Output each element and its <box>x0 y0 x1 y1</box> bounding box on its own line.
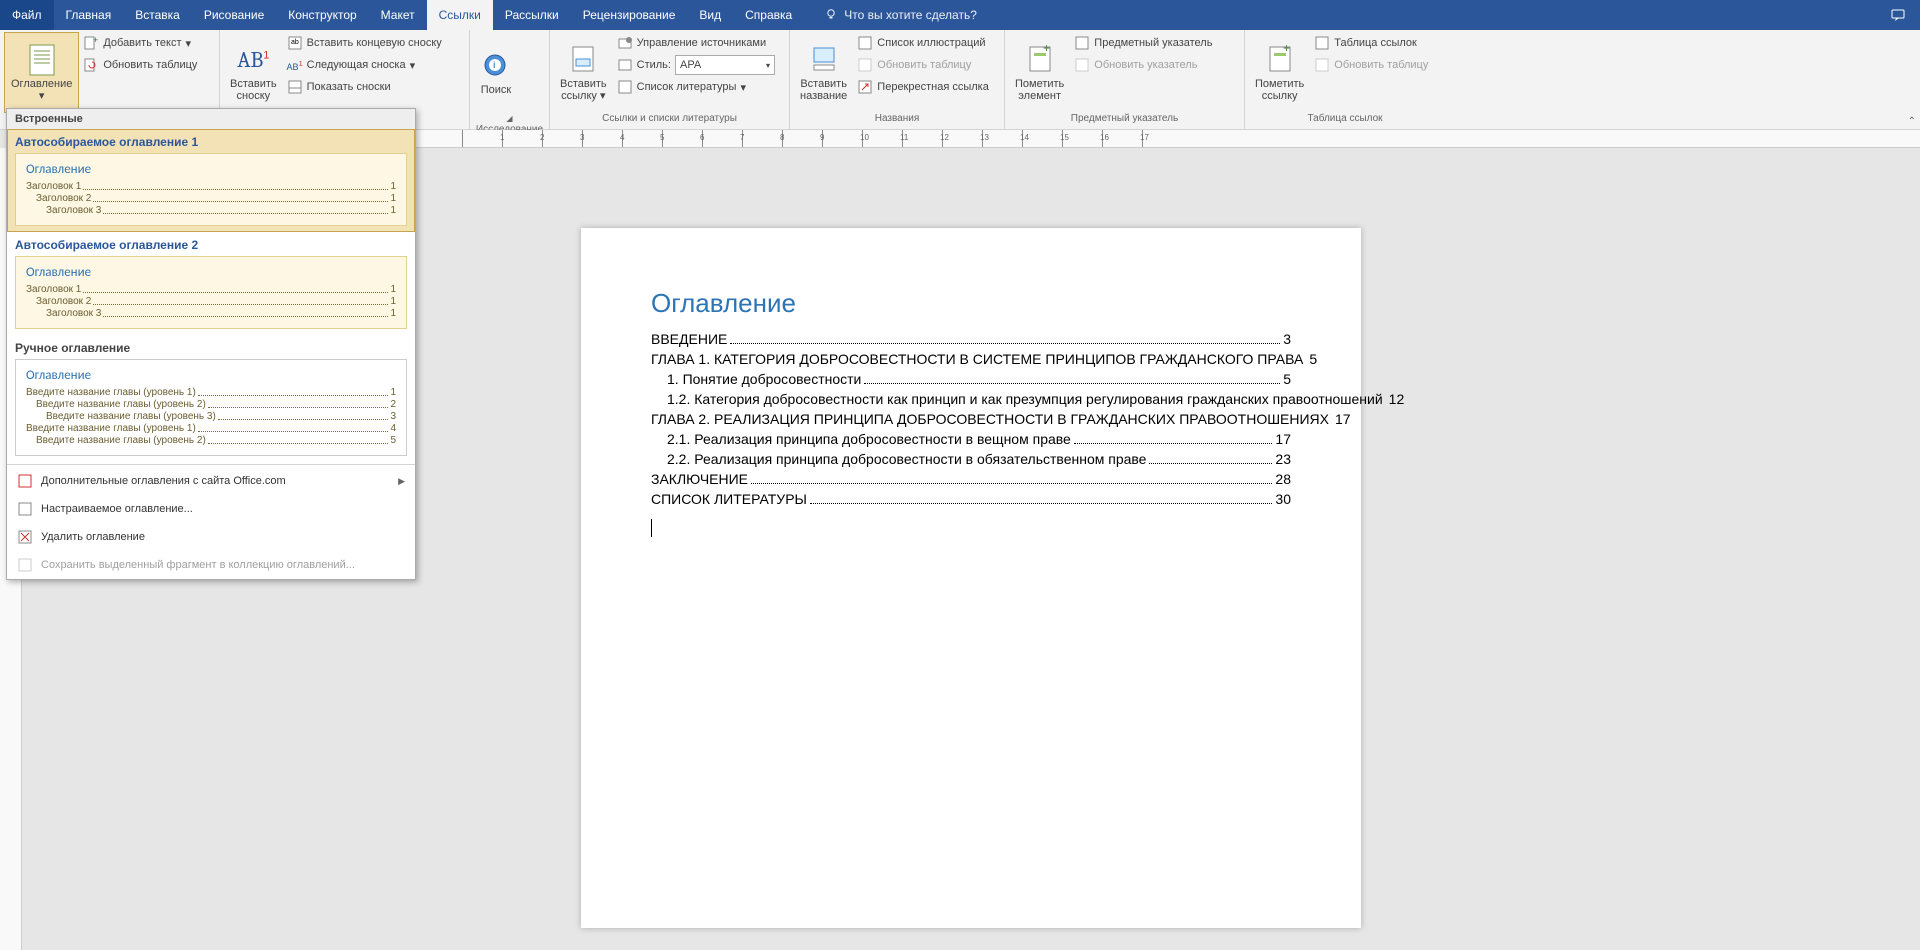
insert-index-button[interactable]: Предметный указатель <box>1070 32 1216 54</box>
menu-tab-рассылки[interactable]: Рассылки <box>493 0 571 30</box>
chevron-right-icon: ▶ <box>398 476 405 487</box>
menu-tab-рецензирование[interactable]: Рецензирование <box>571 0 688 30</box>
custom-toc[interactable]: Настраиваемое оглавление... <box>7 495 415 523</box>
save-selection-toc: Сохранить выделенный фрагмент в коллекци… <box>7 551 415 579</box>
menu-tab-конструктор[interactable]: Конструктор <box>276 0 368 30</box>
update-toa-button: Обновить таблицу <box>1310 54 1432 76</box>
toc-entry[interactable]: ГЛАВА 2. РЕАЛИЗАЦИЯ ПРИНЦИПА ДОБРОСОВЕСТ… <box>651 411 1291 427</box>
list-figures-button[interactable]: Список иллюстраций <box>853 32 993 54</box>
style-combobox[interactable]: APA▾ <box>675 55 775 75</box>
crossref-icon <box>857 79 873 95</box>
toc-entry[interactable]: ЗАКЛЮЧЕНИЕ 28 <box>651 471 1291 487</box>
insert-footnote-button[interactable]: AB1 Вставить сноску <box>224 32 283 113</box>
update-index-button: Обновить указатель <box>1070 54 1216 76</box>
toc-entry[interactable]: ВВЕДЕНИЕ 3 <box>651 331 1291 347</box>
feedback-icon[interactable] <box>1875 0 1920 30</box>
toc-button[interactable]: Оглавление▾ <box>4 32 79 113</box>
endnote-icon: ab <box>287 35 303 51</box>
svg-text:ab: ab <box>291 39 299 46</box>
gallery-manual-toc[interactable]: Ручное оглавление Оглавление Введите наз… <box>7 335 415 462</box>
svg-text:+: + <box>93 36 98 45</box>
toc-entry[interactable]: СПИСОК ЛИТЕРАТУРЫ 30 <box>651 491 1291 507</box>
next-footnote-button[interactable]: AB1Следующая сноска ▾ <box>283 54 446 76</box>
insert-citation-button[interactable]: Вставить ссылку ▾ <box>554 32 613 113</box>
toc-title: Оглавление <box>651 288 1291 319</box>
gallery-auto-toc-1[interactable]: Автособираемое оглавление 1 Оглавление З… <box>7 129 415 232</box>
toc-entry[interactable]: ГЛАВА 1. КАТЕГОРИЯ ДОБРОСОВЕСТНОСТИ В СИ… <box>651 351 1291 367</box>
bibliography-button[interactable]: Список литературы ▾ <box>613 76 779 98</box>
toc-entry[interactable]: 2.1. Реализация принципа добросовестност… <box>651 431 1291 447</box>
update-icon <box>1314 57 1330 73</box>
mark-entry-button[interactable]: + Пометить элемент <box>1009 32 1070 113</box>
menu-tab-ссылки[interactable]: Ссылки <box>427 0 493 30</box>
citation-icon <box>567 44 599 76</box>
svg-text:i: i <box>493 60 496 70</box>
menu-tab-вид[interactable]: Вид <box>687 0 733 30</box>
svg-text:+: + <box>1283 45 1290 55</box>
show-notes-icon <box>287 79 303 95</box>
toc-entry[interactable]: 2.2. Реализация принципа добросовестност… <box>651 451 1291 467</box>
biblio-icon <box>617 79 633 95</box>
office-icon <box>17 473 33 489</box>
search-button[interactable]: i Поиск <box>474 32 518 113</box>
update-toc-button[interactable]: Обновить таблицу <box>79 54 201 76</box>
add-text-icon: + <box>83 35 99 51</box>
tell-me-text: Что вы хотите сделать? <box>844 8 977 22</box>
manage-sources-icon <box>617 35 633 51</box>
remove-toc-icon <box>17 529 33 545</box>
index-icon <box>1074 35 1090 51</box>
menu-bar: ФайлГлавнаяВставкаРисованиеКонструкторМа… <box>0 0 1920 30</box>
mark-citation-button[interactable]: + Пометить ссылку <box>1249 32 1310 113</box>
toc-entry[interactable]: 1. Понятие добросовестности 5 <box>651 371 1291 387</box>
toa-icon <box>1314 35 1330 51</box>
next-footnote-icon: AB1 <box>287 57 303 73</box>
gallery-auto-toc-2[interactable]: Автособираемое оглавление 2 Оглавление З… <box>7 232 415 335</box>
page: Оглавление ВВЕДЕНИЕ 3 ГЛАВА 1. КАТЕГОРИЯ … <box>581 228 1361 928</box>
update-icon <box>1074 57 1090 73</box>
style-icon <box>617 57 633 73</box>
update-icon <box>83 57 99 73</box>
update-captions-button: Обновить таблицу <box>853 54 993 76</box>
insert-toa-button[interactable]: Таблица ссылок <box>1310 32 1432 54</box>
collapse-ribbon-icon[interactable]: ⌃ <box>1908 116 1916 127</box>
lightbulb-icon <box>824 8 838 22</box>
mark-citation-icon: + <box>1264 44 1296 76</box>
custom-toc-icon <box>17 501 33 517</box>
toc-entry[interactable]: 1.2. Категория добросовестности как прин… <box>651 391 1291 407</box>
menu-tab-файл[interactable]: Файл <box>0 0 54 30</box>
update-icon <box>857 57 873 73</box>
search-icon: i <box>480 50 512 82</box>
footnote-icon: AB1 <box>237 44 269 76</box>
tell-me-search[interactable]: Что вы хотите сделать? <box>824 8 977 22</box>
menu-tab-макет[interactable]: Макет <box>369 0 427 30</box>
mark-entry-icon: + <box>1024 44 1056 76</box>
toc-gallery-dropdown: Встроенные Автособираемое оглавление 1 О… <box>6 108 416 580</box>
toc-icon <box>26 44 58 76</box>
remove-toc[interactable]: Удалить оглавление <box>7 523 415 551</box>
caption-icon <box>808 44 840 76</box>
menu-tab-вставка[interactable]: Вставка <box>123 0 192 30</box>
insert-endnote-button[interactable]: abВставить концевую сноску <box>283 32 446 54</box>
section-built-in: Встроенные <box>7 109 415 129</box>
manage-sources-button[interactable]: Управление источниками <box>613 32 779 54</box>
more-toc-office[interactable]: Дополнительные оглавления с сайта Office… <box>7 467 415 495</box>
svg-text:+: + <box>1043 45 1050 55</box>
menu-tab-рисование[interactable]: Рисование <box>192 0 276 30</box>
cross-reference-button[interactable]: Перекрестная ссылка <box>853 76 993 98</box>
insert-caption-button[interactable]: Вставить название <box>794 32 853 113</box>
list-fig-icon <box>857 35 873 51</box>
show-footnotes-button[interactable]: Показать сноски <box>283 76 446 98</box>
save-gallery-icon <box>17 557 33 573</box>
menu-tab-главная[interactable]: Главная <box>54 0 124 30</box>
add-text-button[interactable]: +Добавить текст ▾ <box>79 32 201 54</box>
citation-style[interactable]: Стиль: APA▾ <box>613 54 779 76</box>
menu-tab-справка[interactable]: Справка <box>733 0 804 30</box>
text-cursor <box>651 519 652 537</box>
